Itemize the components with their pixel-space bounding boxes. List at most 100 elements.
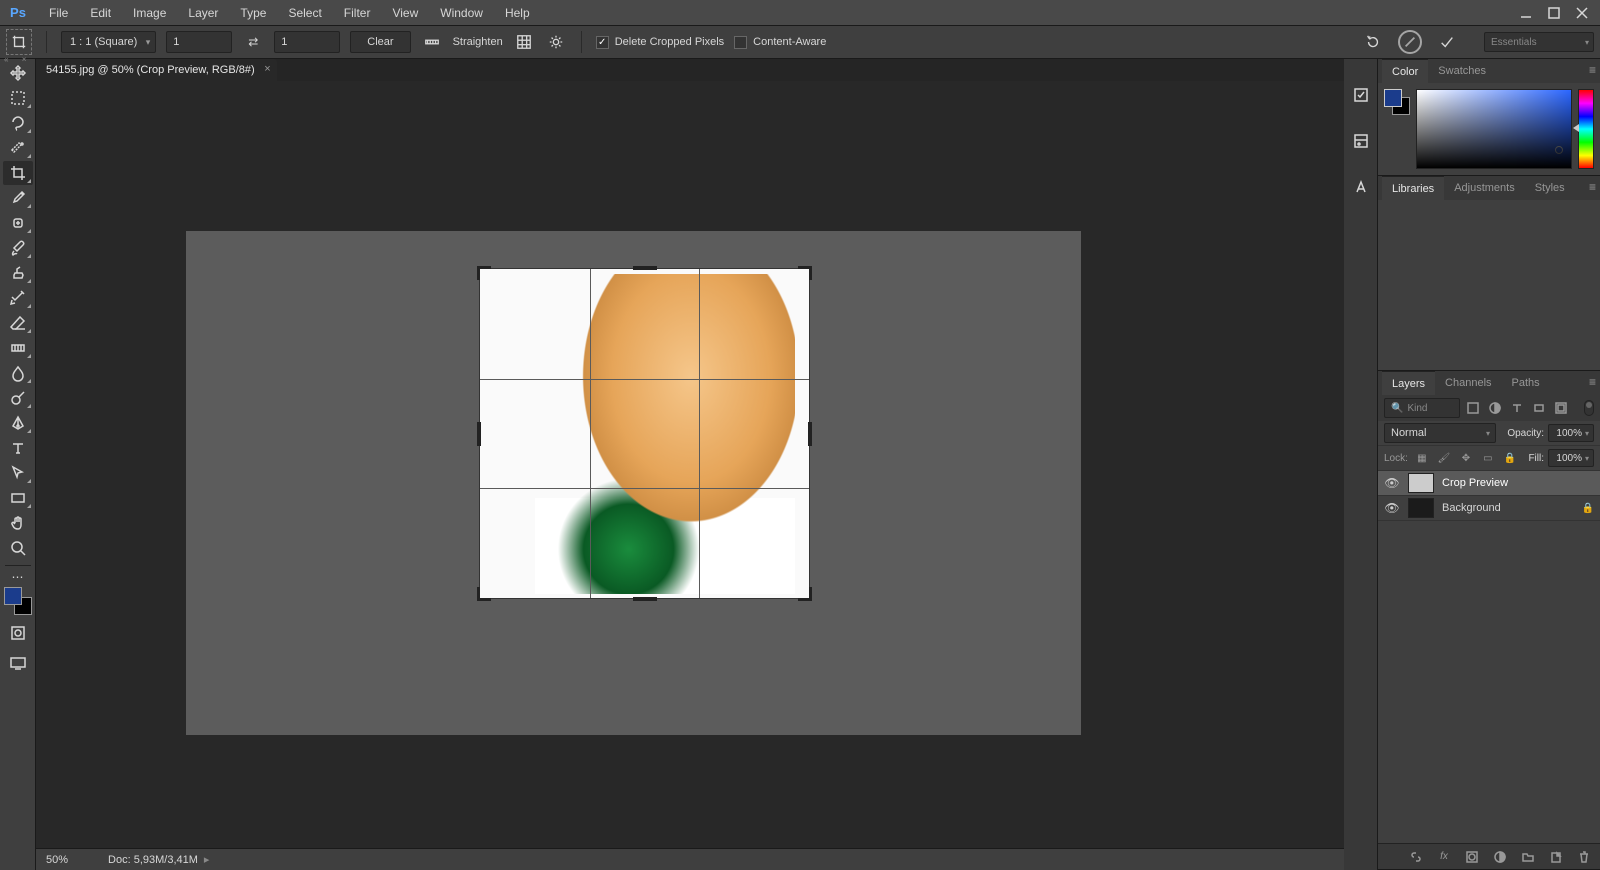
menu-filter[interactable]: Filter [333,0,382,26]
zoom-level[interactable]: 50% [46,854,68,866]
delete-layer-button[interactable] [1576,849,1592,865]
commit-crop-button[interactable] [1436,31,1458,53]
crop-tool[interactable] [3,161,33,185]
dodge-tool[interactable] [3,386,33,410]
menu-select[interactable]: Select [277,0,332,26]
color-field[interactable] [1416,89,1572,169]
crop-handle-tl[interactable] [477,266,491,280]
new-group-button[interactable] [1520,849,1536,865]
opacity-value[interactable]: 100% [1548,424,1594,442]
history-brush-tool[interactable] [3,286,33,310]
tab-color[interactable]: Color [1382,59,1428,83]
edit-toolbar-button[interactable]: ⋯ [3,570,33,584]
pen-tool[interactable] [3,411,33,435]
filter-type-icon[interactable] [1508,399,1526,417]
crop-handle-tr[interactable] [798,266,812,280]
quick-select-tool[interactable] [3,136,33,160]
eyedropper-tool[interactable] [3,186,33,210]
layer-list[interactable]: 👁 Crop Preview 👁 Background 🔒 [1378,471,1600,843]
layer-name[interactable]: Background [1442,502,1501,514]
menu-help[interactable]: Help [494,0,541,26]
reset-crop-button[interactable] [1362,31,1384,53]
filter-toggle[interactable] [1584,400,1594,416]
tab-layers[interactable]: Layers [1382,371,1435,395]
lock-transparent-icon[interactable]: ▦ [1414,450,1430,466]
crop-handle-top[interactable] [633,266,657,270]
tab-styles[interactable]: Styles [1525,176,1575,200]
lock-pixels-icon[interactable]: 🖌 [1436,450,1452,466]
healing-brush-tool[interactable] [3,211,33,235]
path-select-tool[interactable] [3,461,33,485]
layer-item[interactable]: 👁 Background 🔒 [1378,496,1600,521]
hand-tool[interactable] [3,511,33,535]
foreground-color-swatch[interactable] [4,587,22,605]
new-layer-button[interactable] [1548,849,1564,865]
crop-handle-right[interactable] [808,422,812,446]
crop-handle-bl[interactable] [477,587,491,601]
rectangle-tool[interactable] [3,486,33,510]
hue-strip[interactable] [1578,89,1594,169]
close-button[interactable] [1568,0,1596,26]
filter-pixel-icon[interactable] [1464,399,1482,417]
menu-type[interactable]: Type [229,0,277,26]
zoom-tool[interactable] [3,536,33,560]
crop-settings-button[interactable] [545,31,567,53]
libraries-body[interactable] [1378,200,1600,370]
lock-all-icon[interactable]: 🔒 [1502,450,1518,466]
delete-cropped-checkbox[interactable]: Delete Cropped Pixels [596,36,724,49]
layer-thumbnail[interactable] [1408,498,1434,518]
tab-libraries[interactable]: Libraries [1382,176,1444,200]
new-fill-adjust-button[interactable] [1492,849,1508,865]
menu-view[interactable]: View [381,0,429,26]
visibility-toggle[interactable]: 👁 [1384,476,1400,490]
filter-smart-icon[interactable] [1552,399,1570,417]
workspace-switcher[interactable]: Essentials [1484,32,1594,52]
lock-position-icon[interactable]: ✥ [1458,450,1474,466]
foreground-background-colors[interactable] [4,587,32,615]
tab-channels[interactable]: Channels [1435,371,1501,395]
brush-tool[interactable] [3,236,33,260]
panel-menu-button[interactable]: ≡ [1589,180,1596,194]
type-tool[interactable] [3,436,33,460]
crop-ratio-preset[interactable]: 1 : 1 (Square) [61,31,156,53]
character-panel-icon[interactable] [1349,175,1373,199]
content-aware-checkbox[interactable]: Content-Aware [734,36,826,49]
crop-region[interactable] [480,269,809,598]
tab-swatches[interactable]: Swatches [1428,59,1496,83]
lock-artboard-icon[interactable]: ▭ [1480,450,1496,466]
filter-shape-icon[interactable] [1530,399,1548,417]
overlay-options-button[interactable] [513,31,535,53]
fill-value[interactable]: 100% [1548,449,1594,467]
fg-swatch[interactable] [1384,89,1402,107]
blur-tool[interactable] [3,361,33,385]
move-tool[interactable] [3,61,33,85]
crop-height-input[interactable]: 1 [274,31,340,53]
menu-layer[interactable]: Layer [177,0,229,26]
crop-handle-bottom[interactable] [633,597,657,601]
swap-dimensions-button[interactable]: ⇄ [242,31,264,53]
menu-edit[interactable]: Edit [79,0,122,26]
menu-image[interactable]: Image [122,0,177,26]
doc-size[interactable]: Doc: 5,93M/3,41M [108,854,198,866]
tab-paths[interactable]: Paths [1502,371,1550,395]
add-mask-button[interactable] [1464,849,1480,865]
document-tab[interactable]: 54155.jpg @ 50% (Crop Preview, RGB/8#) × [36,59,277,81]
straighten-label[interactable]: Straighten [453,36,503,48]
hue-slider-thumb[interactable] [1573,124,1579,132]
tab-adjustments[interactable]: Adjustments [1444,176,1525,200]
minimize-button[interactable] [1512,0,1540,26]
history-panel-icon[interactable] [1349,83,1373,107]
layer-fx-button[interactable]: fx [1436,849,1452,865]
canvas-area[interactable] [36,81,1344,848]
screen-mode-button[interactable] [3,651,33,675]
clone-stamp-tool[interactable] [3,261,33,285]
quick-mask-button[interactable] [3,621,33,645]
color-field-thumb[interactable] [1555,146,1563,154]
menu-window[interactable]: Window [429,0,494,26]
layer-kind-filter[interactable]: 🔍 Kind [1384,398,1460,418]
crop-handle-left[interactable] [477,422,481,446]
layer-item[interactable]: 👁 Crop Preview [1378,471,1600,496]
panel-menu-button[interactable]: ≡ [1589,63,1596,77]
crop-width-input[interactable]: 1 [166,31,232,53]
filter-adjustment-icon[interactable] [1486,399,1504,417]
